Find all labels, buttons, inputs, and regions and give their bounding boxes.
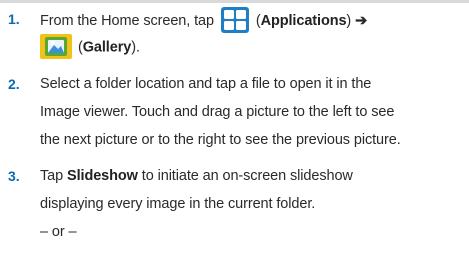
step-2-line-2: Image viewer. Touch and drag a picture t… <box>40 104 395 120</box>
step-2-line-3: the next picture or to the right to see … <box>40 132 401 148</box>
applications-label: Applications <box>260 12 347 29</box>
step-number: 1. <box>8 11 20 27</box>
paren-close: ) <box>346 12 352 29</box>
step-text: Tap <box>40 168 64 184</box>
step-1-line-2: (Gallery). <box>40 34 140 60</box>
gallery-label: Gallery <box>82 39 132 56</box>
step-text: to initiate an on-screen slideshow <box>141 168 353 184</box>
cropped-heading-strip <box>0 0 469 3</box>
or-separator: – or – <box>40 224 77 240</box>
gallery-icon <box>40 34 72 59</box>
step-2-line-1: Select a folder location and tap a file … <box>40 76 372 92</box>
instruction-document: 1. From the Home screen, tap (Applicatio… <box>0 0 469 257</box>
slideshow-label: Slideshow <box>67 168 138 184</box>
step-3-line-2: displaying every image in the current fo… <box>40 196 316 212</box>
applications-icon <box>220 7 249 33</box>
step-number: 3. <box>8 168 20 184</box>
arrow-right-icon: ➔ <box>355 12 368 29</box>
step-number: 2. <box>8 76 20 92</box>
step-text: From the Home screen, tap <box>40 12 214 29</box>
paren-close: ). <box>131 39 140 56</box>
step-3-line-1: Tap Slideshow to initiate an on-screen s… <box>40 165 353 187</box>
step-1-line-1: From the Home screen, tap (Applications)… <box>40 7 368 34</box>
